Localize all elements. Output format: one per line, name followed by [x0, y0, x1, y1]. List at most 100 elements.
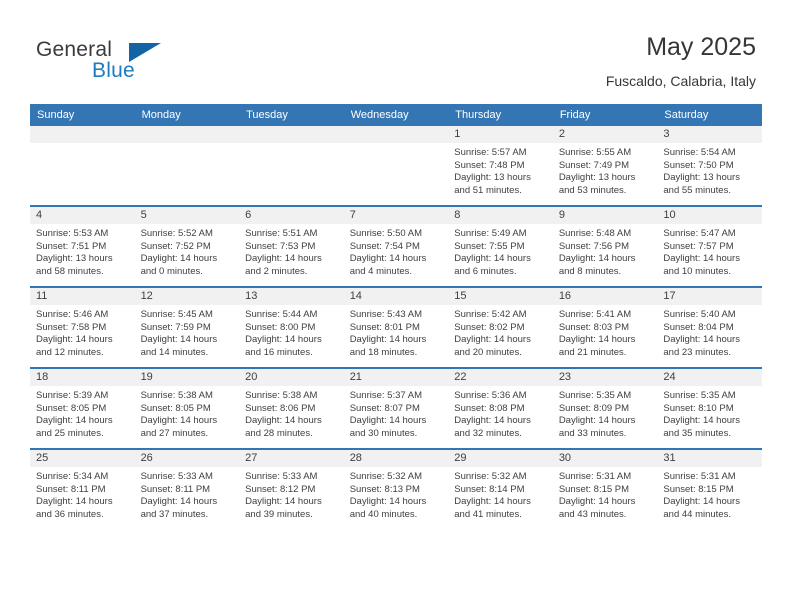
calendar-day-cell[interactable]: 11 Sunrise: 5:46 AM Sunset: 7:58 PM Dayligh… [30, 286, 135, 368]
day-details: Sunrise: 5:36 AM Sunset: 8:08 PM Daylight:… [448, 386, 553, 440]
day-detail-line: Daylight: 14 hours [36, 415, 113, 427]
calendar-day-cell[interactable]: 4 Sunrise: 5:53 AM Sunset: 7:51 PM Daylight… [30, 205, 135, 287]
calendar-day-cell[interactable]: 5 Sunrise: 5:52 AM Sunset: 7:52 PM Daylight… [134, 205, 240, 287]
day-details: Sunrise: 5:45 AM Sunset: 7:59 PM Daylight:… [135, 305, 240, 359]
day-details: Sunrise: 5:53 AM Sunset: 7:51 PM Daylight:… [30, 224, 135, 278]
day-details: Sunrise: 5:47 AM Sunset: 7:57 PM Daylight:… [657, 224, 762, 278]
day-detail-line: Sunrise: 5:50 AM [349, 228, 423, 239]
calendar-day-cell[interactable]: 6 Sunrise: 5:51 AM Sunset: 7:53 PM Daylight… [239, 205, 344, 287]
day-detail-line: Daylight: 14 hours [140, 334, 218, 346]
day-details: Sunrise: 5:44 AM Sunset: 8:00 PM Daylight:… [239, 305, 344, 359]
weekday-header-wednesday: Wednesday [343, 104, 449, 126]
day-detail-line: Sunset: 8:14 PM [454, 483, 525, 495]
calendar-day-cell[interactable]: 16 Sunrise: 5:41 AM Sunset: 8:03 PM Dayligh… [552, 286, 658, 368]
day-detail-line: Sunrise: 5:57 AM [454, 147, 527, 158]
day-detail-line: and 33 minutes. [558, 427, 627, 439]
day-detail-line: Sunset: 8:11 PM [36, 483, 106, 495]
calendar-day-cell[interactable]: 23 Sunrise: 5:35 AM Sunset: 8:09 PM Dayligh… [552, 367, 658, 449]
day-details: Sunrise: 5:49 AM Sunset: 7:55 PM Daylight:… [448, 224, 553, 278]
day-detail-line: and 44 minutes. [663, 508, 731, 520]
day-number: 12 [134, 288, 240, 305]
calendar-day-cell[interactable]: 31 Sunrise: 5:31 AM Sunset: 8:15 PM Dayligh… [657, 448, 762, 529]
calendar-day-cell[interactable]: 25 Sunrise: 5:34 AM Sunset: 8:11 PM Dayligh… [30, 448, 135, 529]
calendar-day-cell[interactable]: 8 Sunrise: 5:49 AM Sunset: 7:55 PM Daylight… [448, 205, 553, 287]
day-details: Sunrise: 5:37 AM Sunset: 8:07 PM Daylight:… [344, 386, 449, 440]
day-number: 2 [552, 126, 658, 143]
day-number: 17 [657, 288, 762, 305]
day-detail-line: Sunrise: 5:46 AM [36, 309, 109, 320]
calendar-day-cell-empty [343, 126, 449, 206]
calendar-day-cell[interactable]: 26 Sunrise: 5:33 AM Sunset: 8:11 PM Dayligh… [134, 448, 240, 529]
day-detail-line: Sunset: 7:54 PM [349, 240, 420, 252]
title-block: May 2025 Fuscaldo, Calabria, Italy [606, 32, 756, 90]
calendar-day-cell[interactable]: 12 Sunrise: 5:45 AM Sunset: 7:59 PM Dayligh… [134, 286, 240, 368]
day-detail-line: Daylight: 13 hours [36, 253, 113, 265]
calendar-header-row: Sunday Monday Tuesday Wednesday Thursday… [30, 104, 762, 126]
day-detail-line: and 55 minutes. [663, 184, 731, 196]
day-detail-line: Daylight: 14 hours [454, 253, 531, 265]
day-details: Sunrise: 5:33 AM Sunset: 8:12 PM Daylight:… [239, 467, 344, 521]
day-detail-line: and 6 minutes. [454, 265, 517, 277]
weekday-header-saturday: Saturday [657, 104, 762, 126]
calendar-day-cell[interactable]: 21 Sunrise: 5:37 AM Sunset: 8:07 PM Dayligh… [343, 367, 449, 449]
calendar-day-cell[interactable]: 13 Sunrise: 5:44 AM Sunset: 8:00 PM Dayligh… [239, 286, 344, 368]
calendar-day-cell[interactable]: 1 Sunrise: 5:57 AM Sunset: 7:48 PM Daylight… [448, 126, 553, 206]
day-detail-line: Daylight: 14 hours [558, 334, 636, 346]
calendar-day-cell[interactable]: 14 Sunrise: 5:43 AM Sunset: 8:01 PM Dayligh… [343, 286, 449, 368]
day-detail-line: Sunrise: 5:36 AM [454, 390, 527, 401]
day-number: 10 [657, 207, 762, 224]
day-number: 20 [239, 369, 344, 386]
calendar-day-cell[interactable]: 27 Sunrise: 5:33 AM Sunset: 8:12 PM Dayligh… [239, 448, 344, 529]
calendar-day-cell[interactable]: 7 Sunrise: 5:50 AM Sunset: 7:54 PM Daylight… [343, 205, 449, 287]
day-detail-line: Sunset: 8:01 PM [349, 321, 420, 333]
day-detail-line: and 8 minutes. [558, 265, 622, 277]
calendar-day-cell[interactable]: 20 Sunrise: 5:38 AM Sunset: 8:06 PM Dayligh… [239, 367, 344, 449]
calendar-day-cell[interactable]: 19 Sunrise: 5:38 AM Sunset: 8:05 PM Dayligh… [134, 367, 240, 449]
day-detail-line: Sunset: 7:57 PM [663, 240, 734, 252]
day-detail-line: and 18 minutes. [349, 346, 418, 358]
day-number: 23 [552, 369, 658, 386]
calendar-day-cell[interactable]: 15 Sunrise: 5:42 AM Sunset: 8:02 PM Dayligh… [448, 286, 553, 368]
calendar-page: General Blue May 2025 Fuscaldo, Calabria… [0, 0, 792, 612]
calendar-day-cell[interactable]: 30 Sunrise: 5:31 AM Sunset: 8:15 PM Dayligh… [552, 448, 658, 529]
day-details: Sunrise: 5:41 AM Sunset: 8:03 PM Daylight:… [553, 305, 658, 359]
day-detail-line: Sunset: 7:48 PM [454, 159, 525, 171]
calendar-day-cell[interactable]: 10 Sunrise: 5:47 AM Sunset: 7:57 PM Dayligh… [657, 205, 762, 287]
calendar-day-cell[interactable]: 17 Sunrise: 5:40 AM Sunset: 8:04 PM Dayligh… [657, 286, 762, 368]
day-detail-line: Daylight: 14 hours [349, 415, 427, 427]
day-detail-line: and 0 minutes. [140, 265, 203, 277]
day-detail-line: Sunrise: 5:44 AM [245, 309, 318, 320]
day-detail-line: Sunrise: 5:35 AM [663, 390, 736, 401]
day-detail-line: Sunrise: 5:31 AM [558, 471, 632, 482]
day-detail-line: and 27 minutes. [140, 427, 209, 439]
day-detail-line: Sunrise: 5:40 AM [663, 309, 736, 320]
day-detail-line: and 43 minutes. [558, 508, 627, 520]
day-number: 28 [343, 450, 449, 467]
day-detail-line: Sunset: 8:04 PM [663, 321, 734, 333]
calendar-day-cell[interactable]: 18 Sunrise: 5:39 AM Sunset: 8:05 PM Dayligh… [30, 367, 135, 449]
calendar-day-cell-empty [30, 126, 135, 206]
calendar-day-cell[interactable]: 9 Sunrise: 5:48 AM Sunset: 7:56 PM Daylight… [552, 205, 658, 287]
calendar-day-cell[interactable]: 2 Sunrise: 5:55 AM Sunset: 7:49 PM Daylight… [552, 126, 658, 206]
calendar-day-cell[interactable]: 22 Sunrise: 5:36 AM Sunset: 8:08 PM Dayligh… [448, 367, 553, 449]
weekday-header-thursday: Thursday [448, 104, 553, 126]
day-number [239, 126, 344, 143]
day-detail-line: and 53 minutes. [558, 184, 627, 196]
calendar-day-cell[interactable]: 29 Sunrise: 5:32 AM Sunset: 8:14 PM Dayligh… [448, 448, 553, 529]
day-detail-line: Daylight: 14 hours [349, 496, 427, 508]
day-number: 18 [30, 369, 135, 386]
day-detail-line: Sunset: 7:55 PM [454, 240, 525, 252]
day-detail-line: Daylight: 14 hours [140, 253, 218, 265]
calendar-day-cell[interactable]: 28 Sunrise: 5:32 AM Sunset: 8:13 PM Dayligh… [343, 448, 449, 529]
weekday-header-sunday: Sunday [30, 104, 135, 126]
day-detail-line: Sunrise: 5:33 AM [140, 471, 213, 482]
day-detail-line: Daylight: 14 hours [663, 253, 740, 265]
calendar-day-cell[interactable]: 24 Sunrise: 5:35 AM Sunset: 8:10 PM Dayligh… [657, 367, 762, 449]
day-number: 1 [448, 126, 553, 143]
day-detail-line: Sunrise: 5:37 AM [349, 390, 423, 401]
day-number: 15 [448, 288, 553, 305]
day-details: Sunrise: 5:38 AM Sunset: 8:06 PM Daylight:… [239, 386, 344, 440]
day-detail-line: Daylight: 14 hours [558, 496, 636, 508]
day-number: 25 [30, 450, 135, 467]
calendar-day-cell[interactable]: 3 Sunrise: 5:54 AM Sunset: 7:50 PM Daylight… [657, 126, 762, 206]
